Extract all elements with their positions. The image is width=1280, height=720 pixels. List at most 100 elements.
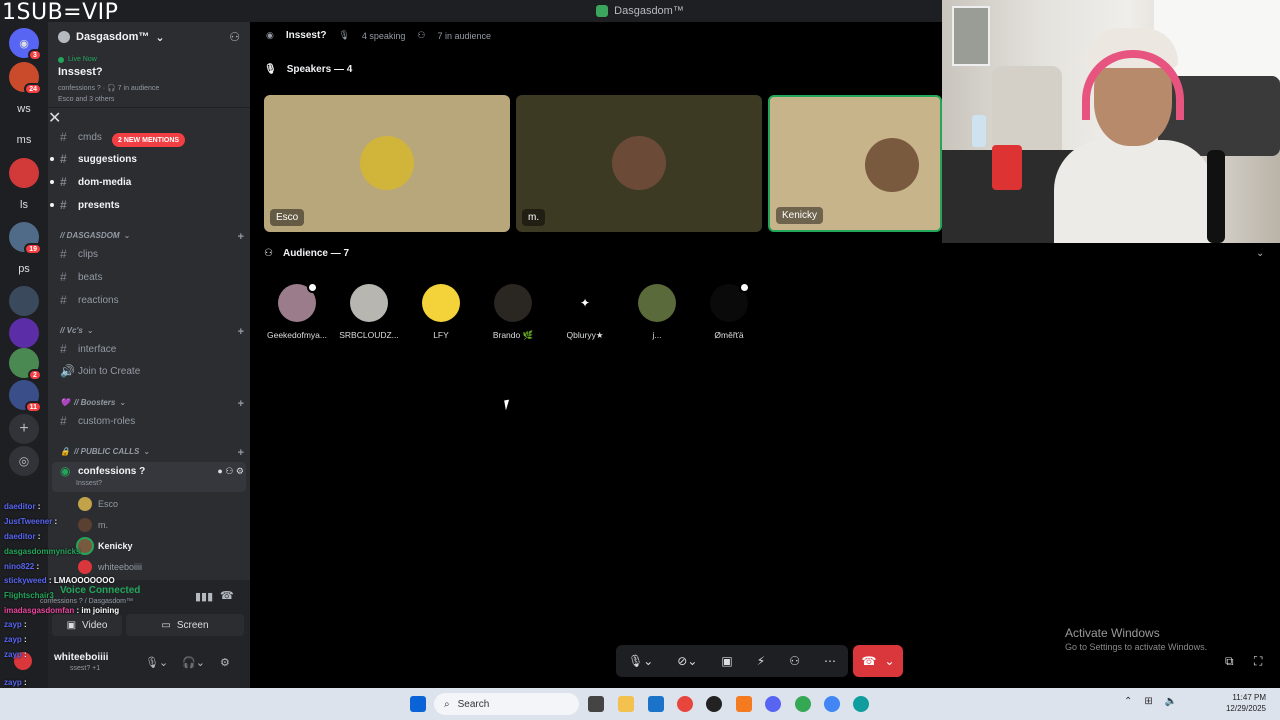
channel-action-icons[interactable]: ● ⚇ ⚙ (217, 466, 244, 477)
obs-icon[interactable] (706, 696, 722, 712)
server-icon[interactable] (9, 318, 39, 348)
headphones-icon[interactable]: 🎧⌄ (182, 656, 205, 669)
discord-icon[interactable] (765, 696, 781, 712)
volume-icon[interactable]: 🔈 (1165, 696, 1177, 707)
channel-reactions[interactable]: # reactions (60, 291, 244, 309)
user-sub: ssest? +1 (70, 665, 101, 672)
channel-presents[interactable]: # presents (50, 196, 244, 214)
microphone-icon[interactable]: 🎙⌄ (145, 656, 168, 669)
microphone-toggle-icon[interactable]: 🎙⌄ (628, 654, 653, 668)
server-icon[interactable] (9, 158, 39, 188)
chrome-icon[interactable] (795, 696, 811, 712)
channel-interface[interactable]: # interface (60, 340, 244, 358)
camera-off-icon[interactable]: ⊘⌄ (677, 654, 697, 668)
server-ls[interactable]: ls (9, 190, 39, 220)
voice-member[interactable]: whiteeboiiii (78, 560, 142, 574)
speaker-tile[interactable]: Kenicky (768, 95, 942, 232)
screen-share-icon[interactable]: ▣ (721, 654, 732, 668)
taskbar-clock[interactable]: 11:47 PM 12/29/2025 (1226, 692, 1266, 714)
channel-dom-media[interactable]: # dom-media (50, 173, 244, 191)
channel-label: presents (78, 199, 120, 211)
app-icon[interactable] (736, 696, 752, 712)
audience-member[interactable]: Geekedofmya... (262, 282, 332, 340)
channel-suggestions[interactable]: # suggestions (50, 150, 244, 168)
leave-call-button[interactable]: ☎ ⌄ (853, 645, 903, 677)
category-public-calls[interactable]: 🔒// PUBLIC CALLS ⌄ + (60, 447, 244, 459)
discover-compass-icon[interactable]: ◎ (9, 446, 39, 476)
live-stage-meta: confessions ? · 🎧 7 in audience (58, 85, 160, 92)
speaker-tile[interactable]: Esco (264, 95, 510, 232)
voice-connected-status[interactable]: Voice Connected (60, 585, 140, 596)
server-icon[interactable]: 24 (9, 62, 42, 95)
settings-gear-icon[interactable]: ⚙ (220, 656, 230, 669)
popout-icon[interactable]: ⧉ (1225, 654, 1234, 669)
unread-dot (50, 157, 54, 161)
server-header[interactable]: Dasgasdom™ ⌄ ⚇ (48, 22, 250, 52)
chevron-up-icon[interactable]: ⌃ (1124, 696, 1132, 707)
channel-confessions[interactable]: ◉ confessions ? ● ⚇ ⚙ (60, 462, 244, 480)
close-icon[interactable]: ✕ (48, 110, 61, 127)
new-mentions-badge[interactable]: 2 NEW MENTIONS (112, 133, 186, 147)
audience-name: j... (652, 330, 662, 340)
server-ps[interactable]: ps (9, 254, 39, 284)
channel-join-to-create[interactable]: 🔊 Join to Create (60, 362, 244, 380)
file-explorer-icon[interactable] (618, 696, 634, 712)
speaker-tile[interactable]: m. (516, 95, 762, 232)
voice-member[interactable]: Kenicky (78, 539, 133, 553)
audience-member[interactable]: ✦ Qbluryy★ (550, 284, 620, 341)
live-stage-card[interactable]: Live Now Inssest? confessions ? · 🎧 7 in… (48, 52, 250, 108)
audience-member[interactable]: j... (622, 284, 692, 340)
channel-beats[interactable]: # beats (60, 268, 244, 286)
add-server-icon[interactable]: + (9, 414, 39, 444)
audience-member[interactable]: LFY (406, 284, 476, 340)
activity-off-icon[interactable]: ⚡ (757, 654, 765, 668)
server-icon[interactable]: 19 (9, 222, 42, 255)
chevron-down-icon[interactable]: ⌄ (1256, 248, 1264, 259)
server-icon[interactable]: 2 (9, 348, 42, 381)
activate-line2: Go to Settings to activate Windows. (1065, 642, 1208, 652)
audience-member[interactable]: Øměřťä (694, 282, 764, 340)
voice-member[interactable]: Esco (78, 497, 118, 511)
chrome-icon[interactable] (824, 696, 840, 712)
add-channel-icon[interactable]: + (238, 447, 244, 459)
audience-name: SRBCLOUDZ... (339, 330, 399, 340)
speaker-icon: 🔊 (60, 364, 75, 378)
add-channel-icon[interactable]: + (238, 231, 244, 243)
category-vcs[interactable]: // Vc's ⌄ + (60, 326, 244, 338)
fullscreen-icon[interactable]: ⛶ (1254, 654, 1262, 669)
member-name: whiteeboiiii (98, 562, 143, 572)
people-icon: ⚇ (417, 30, 426, 40)
channel-custom-roles[interactable]: # custom-roles (60, 412, 244, 430)
more-options-icon[interactable]: ⋯ (824, 654, 836, 668)
category-dasgasdom[interactable]: // DASGASDOM ⌄ + (60, 231, 244, 243)
audience-name: LFY (433, 330, 449, 340)
add-channel-icon[interactable]: + (238, 398, 244, 410)
chrome-icon[interactable] (677, 696, 693, 712)
chat-line: daeditor : (4, 532, 41, 541)
voice-member[interactable]: m. (78, 518, 108, 532)
task-view-icon[interactable] (588, 696, 604, 712)
server-ws[interactable]: ws (9, 94, 39, 124)
server-icon[interactable] (9, 286, 39, 316)
windows-start-icon[interactable] (410, 696, 426, 712)
edge-icon[interactable] (853, 696, 869, 712)
video-button[interactable]: ▣ Video (52, 614, 122, 636)
audience-member[interactable]: SRBCLOUDZ... (334, 284, 404, 340)
noise-suppression-icon[interactable]: ▮▮▮ (195, 590, 213, 603)
category-boosters[interactable]: 💜// Boosters ⌄ + (60, 398, 244, 410)
disconnect-icon[interactable]: ☎ (220, 589, 234, 602)
webcam-feed (942, 0, 1280, 243)
network-icon[interactable]: ⊞ (1144, 696, 1152, 707)
taskbar-search[interactable]: ⌕ Search (434, 693, 579, 715)
invite-icon[interactable]: ⚇ (789, 654, 800, 668)
audience-member[interactable]: Brando 🌿 (478, 284, 548, 341)
screen-share-button[interactable]: ▭ Screen (126, 614, 244, 636)
channel-clips[interactable]: # clips (60, 245, 244, 263)
server-ms[interactable]: ms (9, 125, 39, 155)
add-channel-icon[interactable]: + (238, 326, 244, 338)
home-discord-icon[interactable]: ◉ 3 (9, 28, 42, 61)
invite-people-icon[interactable]: ⚇ (229, 30, 240, 44)
store-icon[interactable] (648, 696, 664, 712)
channel-label: cmds (78, 131, 102, 143)
server-icon[interactable]: 11 (9, 380, 42, 413)
